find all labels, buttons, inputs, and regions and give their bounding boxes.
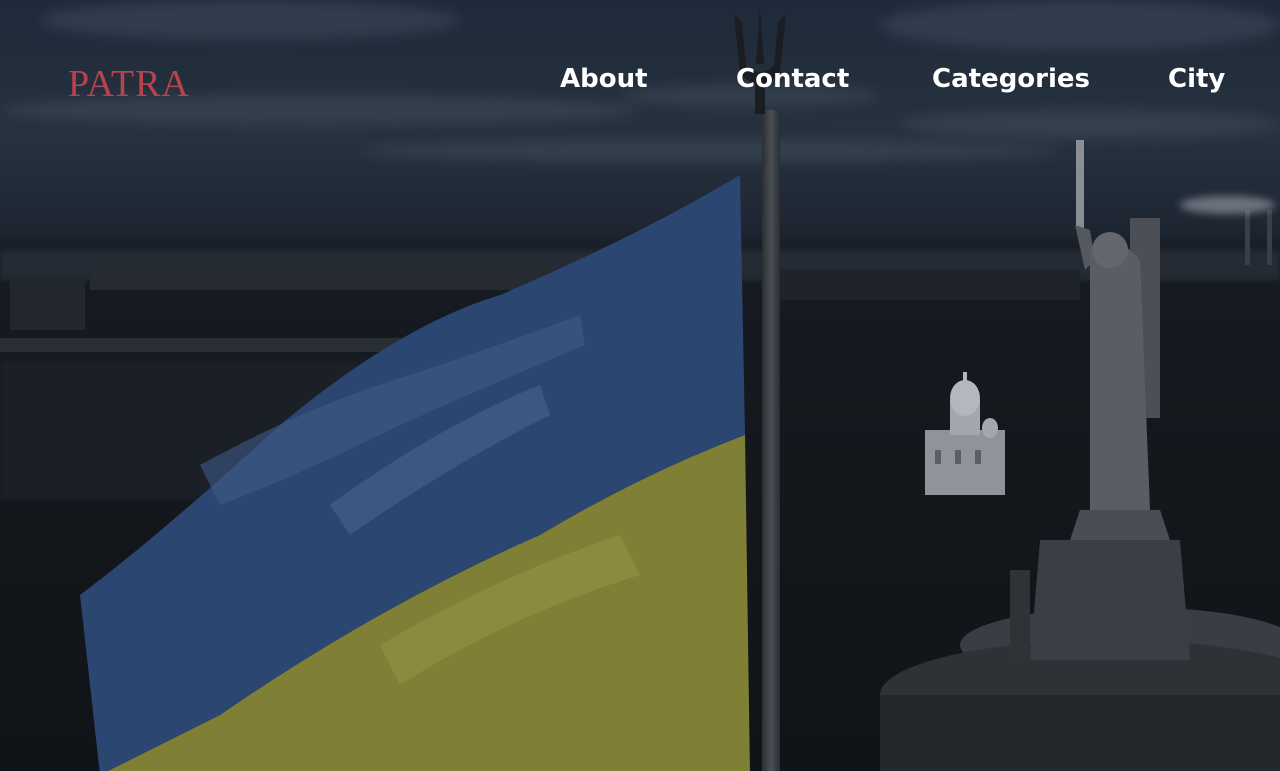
site-logo[interactable]: PATRA: [68, 62, 190, 106]
ukrainian-flag-image: [80, 175, 750, 771]
chimney: [1267, 210, 1272, 265]
nav-link-categories[interactable]: Categories: [932, 64, 1090, 94]
top-navigation: PATRA About Contact Categories City: [0, 0, 1280, 165]
nav-link-about[interactable]: About: [560, 64, 648, 94]
chimney: [1245, 210, 1250, 265]
motherland-statue-icon: [1010, 140, 1190, 660]
building: [10, 280, 85, 330]
hero-background-image: PATRA About Contact Categories City: [0, 0, 1280, 771]
nav-link-contact[interactable]: Contact: [736, 64, 849, 94]
nav-link-city[interactable]: City: [1168, 64, 1225, 94]
flagpole: [762, 110, 780, 771]
